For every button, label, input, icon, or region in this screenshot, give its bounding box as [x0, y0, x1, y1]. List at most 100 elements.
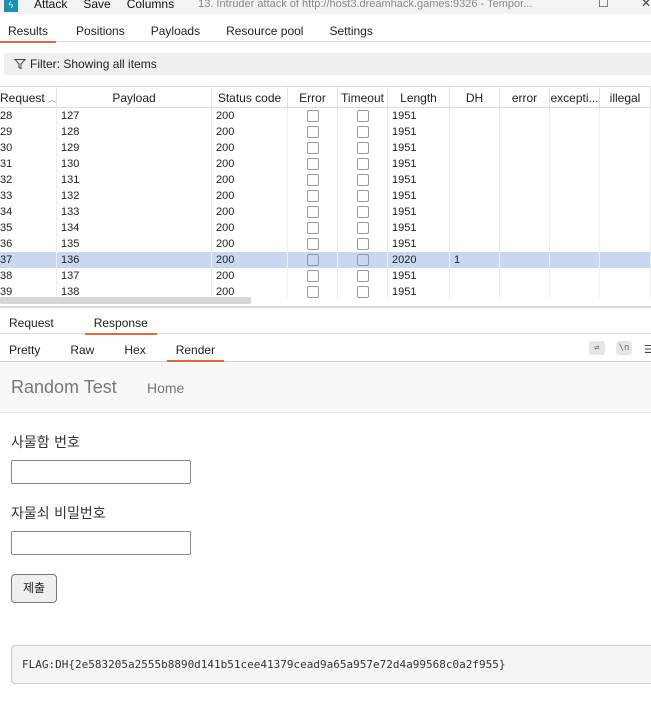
table-row[interactable]: 28 127 200 1951 [0, 108, 651, 124]
tab-resource-pool[interactable]: Resource pool [218, 20, 311, 42]
exception-cell [550, 252, 600, 268]
table-row[interactable]: 31 130 200 1951 [0, 156, 651, 172]
checkbox[interactable] [356, 286, 369, 298]
column-header-error[interactable]: Error [288, 87, 338, 109]
column-header-illegal[interactable]: illegal [600, 87, 651, 109]
checkbox[interactable] [306, 110, 319, 122]
render-view: Random Test Home 사물함 번호 자물쇠 비밀번호 제출 FLAG… [0, 363, 651, 720]
table-row[interactable]: 38 137 200 1951 [0, 268, 651, 284]
table-row[interactable]: 37 136 200 2020 1 [0, 252, 651, 268]
column-header-status-code[interactable]: Status code [212, 87, 288, 109]
checkbox[interactable] [356, 158, 369, 170]
checkbox[interactable] [356, 222, 369, 234]
length-cell: 1951 [388, 124, 450, 140]
table-row[interactable]: 33 132 200 1951 [0, 188, 651, 204]
checkbox[interactable] [356, 190, 369, 202]
table-row[interactable]: 36 135 200 1951 [0, 236, 651, 252]
checkbox[interactable] [306, 222, 319, 234]
status-code-cell: 200 [212, 140, 288, 156]
checkbox[interactable] [306, 158, 319, 170]
table-row[interactable]: 34 133 200 1951 [0, 204, 651, 220]
column-header-request[interactable]: Request ︿ [0, 87, 57, 109]
checkbox[interactable] [306, 174, 319, 186]
horizontal-scrollbar[interactable] [0, 297, 251, 304]
checkbox[interactable] [306, 254, 319, 266]
menu-columns[interactable]: Columns [127, 0, 174, 11]
checkbox[interactable] [306, 238, 319, 250]
exception-cell [550, 108, 600, 124]
maximize-icon[interactable]: ☐ [598, 0, 609, 10]
checkbox[interactable] [356, 254, 369, 266]
tab-raw[interactable]: Raw [61, 340, 103, 361]
site-brand[interactable]: Random Test [11, 377, 117, 398]
hamburger-menu-icon[interactable]: ☰ [644, 343, 651, 356]
column-header-dh[interactable]: DH [450, 87, 500, 109]
checkbox[interactable] [306, 126, 319, 138]
tab-results[interactable]: Results [0, 20, 57, 43]
table-row[interactable]: 32 131 200 1951 [0, 172, 651, 188]
tab-settings[interactable]: Settings [321, 20, 380, 42]
lock-password-input[interactable] [11, 531, 191, 555]
flag-output: FLAG:DH{2e583205a2555b8890d141b51cee4137… [11, 645, 651, 684]
title-bar: ϟ Attack Save Columns 13. Intruder attac… [0, 0, 651, 14]
close-icon[interactable]: ✕ [641, 0, 651, 10]
nav-home-link[interactable]: Home [147, 380, 184, 396]
column-header-error-grep[interactable]: error [500, 87, 550, 109]
tab-response[interactable]: Response [84, 313, 157, 335]
checkbox[interactable] [306, 142, 319, 154]
dh-cell [450, 156, 500, 172]
tab-hex[interactable]: Hex [115, 340, 154, 361]
illegal-cell [600, 188, 651, 204]
tab-positions[interactable]: Positions [68, 20, 133, 42]
checkbox[interactable] [356, 206, 369, 218]
table-body: 28 127 200 1951 29 128 200 1951 30 129 200 1951 31 13… [0, 108, 651, 298]
site-navbar: Random Test Home [0, 363, 651, 413]
exception-cell [550, 204, 600, 220]
checkbox[interactable] [356, 270, 369, 282]
error-checkbox [288, 268, 338, 284]
checkbox[interactable] [356, 238, 369, 250]
column-header-exception[interactable]: excepti... [550, 87, 600, 109]
payload-cell: 136 [57, 252, 212, 268]
table-row[interactable]: 29 128 200 1951 [0, 124, 651, 140]
checkbox[interactable] [356, 110, 369, 122]
checkbox[interactable] [306, 206, 319, 218]
illegal-cell [600, 140, 651, 156]
illegal-cell [600, 156, 651, 172]
tab-request[interactable]: Request [0, 313, 63, 334]
menu-attack[interactable]: Attack [34, 0, 67, 11]
column-header-payload[interactable]: Payload [57, 87, 212, 109]
dh-cell [450, 108, 500, 124]
tab-render[interactable]: Render [166, 340, 225, 362]
column-header-length[interactable]: Length [388, 87, 450, 109]
exception-cell [550, 284, 600, 298]
error-checkbox [288, 140, 338, 156]
submit-button[interactable]: 제출 [11, 574, 57, 603]
table-row[interactable]: 30 129 200 1951 [0, 140, 651, 156]
checkbox[interactable] [356, 142, 369, 154]
request-cell: 34 [0, 204, 57, 220]
exception-cell [550, 220, 600, 236]
pane-splitter[interactable] [0, 306, 651, 308]
column-header-timeout[interactable]: Timeout [338, 87, 388, 109]
table-row[interactable]: 35 134 200 1951 [0, 220, 651, 236]
locker-number-label: 사물함 번호 [11, 435, 80, 451]
error-checkbox [288, 236, 338, 252]
checkbox[interactable] [306, 190, 319, 202]
timeout-checkbox [338, 236, 388, 252]
checkbox[interactable] [306, 286, 319, 298]
filter-bar[interactable]: Filter: Showing all items [4, 53, 651, 75]
exception-cell [550, 188, 600, 204]
request-cell: 36 [0, 236, 57, 252]
table-row[interactable]: 39 138 200 1951 [0, 284, 651, 298]
tab-pretty[interactable]: Pretty [0, 340, 49, 361]
checkbox[interactable] [306, 270, 319, 282]
length-cell: 1951 [388, 140, 450, 156]
locker-number-input[interactable] [11, 460, 191, 484]
checkbox[interactable] [356, 174, 369, 186]
show-newlines-icon[interactable]: \n [616, 341, 632, 355]
checkbox[interactable] [356, 126, 369, 138]
menu-save[interactable]: Save [83, 0, 110, 11]
tab-payloads[interactable]: Payloads [143, 20, 208, 42]
word-wrap-icon[interactable]: ⇌ [589, 341, 605, 355]
